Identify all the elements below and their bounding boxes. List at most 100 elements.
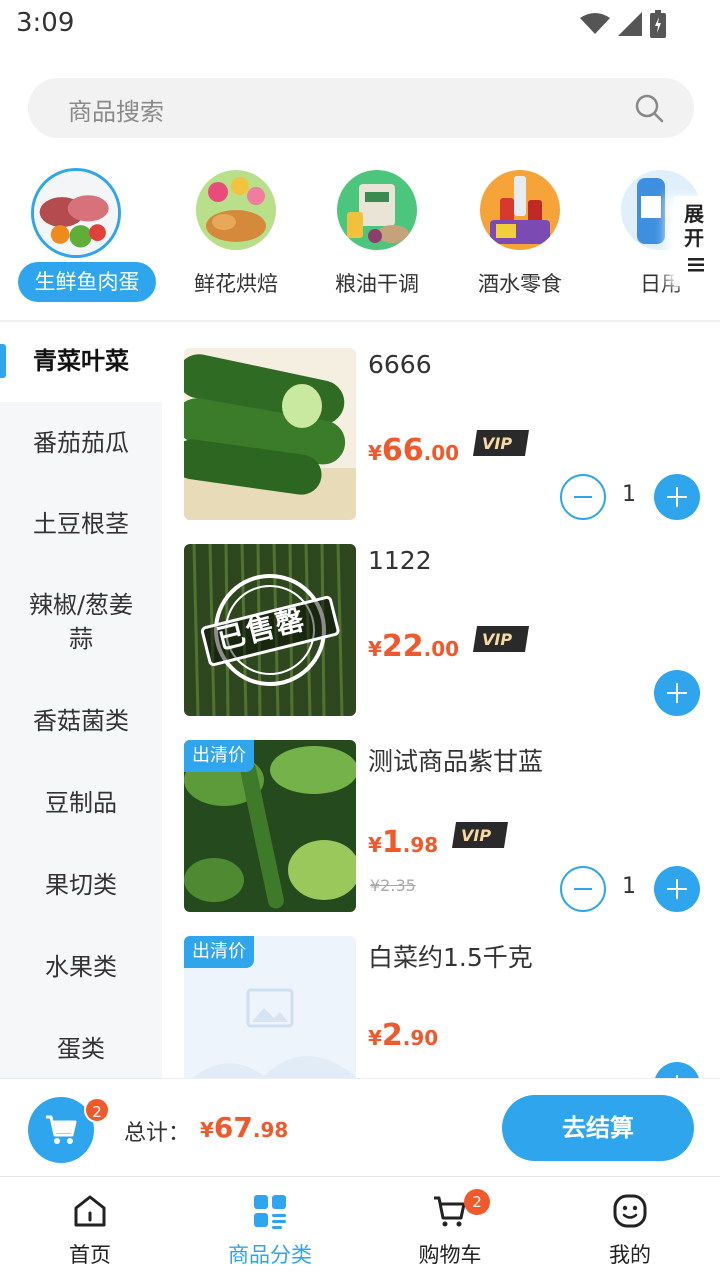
sidebar-item-tofu[interactable]: 豆制品 <box>0 786 162 820</box>
nav-tab-category[interactable]: 商品分类 <box>180 1177 360 1280</box>
increase-quantity-button[interactable] <box>654 474 700 520</box>
category-label: 粮油干调 <box>335 272 419 296</box>
signal-icon <box>618 12 642 36</box>
category-item-fresh[interactable]: 生鲜鱼肉蛋 <box>8 168 156 310</box>
sidebar-item-pepper-scallion[interactable]: 辣椒/葱姜蒜 <box>0 588 162 656</box>
cart-count-badge: 2 <box>84 1097 110 1123</box>
price-currency: ¥ <box>368 1026 382 1050</box>
sidebar-item-cut-fruit[interactable]: 果切类 <box>0 868 162 902</box>
cart-icon <box>434 1196 466 1227</box>
total-price: ¥67.98 <box>200 1111 288 1144</box>
bottom-navigation: 首页 商品分类 2 购物车 我的 <box>0 1176 720 1280</box>
product-card[interactable]: 6666 ¥66.00 VIP 1 <box>162 322 720 520</box>
cart-icon <box>46 1115 77 1144</box>
price-decimal: .00 <box>423 441 460 465</box>
product-list: 6666 ¥66.00 VIP 1 已售罄 1122 ¥22.00 VIP 出清… <box>162 322 720 1078</box>
wifi-icon <box>580 13 610 34</box>
category-label: 鲜花烘焙 <box>194 272 278 296</box>
sidebar-item-potato-roots[interactable]: 土豆根茎 <box>0 507 162 541</box>
vip-badge-icon: VIP <box>472 626 529 652</box>
cart-count-badge: 2 <box>464 1189 490 1215</box>
total-integer: 67 <box>213 1111 253 1144</box>
category-image <box>480 170 560 250</box>
price-integer: 1 <box>381 825 403 860</box>
svg-text:VIP: VIP <box>482 630 512 649</box>
nav-tab-cart[interactable]: 2 购物车 <box>360 1177 540 1280</box>
expand-lines-icon <box>688 258 704 272</box>
decrease-quantity-button[interactable] <box>560 866 606 912</box>
category-item-drinks-snacks[interactable]: 酒水零食 <box>449 170 591 310</box>
price-currency: ¥ <box>368 441 382 465</box>
status-time: 3:09 <box>16 8 75 38</box>
product-image[interactable]: 已售罄 <box>184 544 356 716</box>
sidebar-item-fruit[interactable]: 水果类 <box>0 950 162 984</box>
svg-text:VIP: VIP <box>461 826 491 845</box>
sidebar-item-leafy-greens[interactable]: 青菜叶菜 <box>0 344 162 378</box>
product-price: ¥66.00 VIP <box>368 430 529 468</box>
product-name: 1122 <box>368 546 432 575</box>
search-icon[interactable] <box>634 93 664 123</box>
price-integer: 22 <box>381 629 424 664</box>
expand-label: 展开 <box>684 202 704 250</box>
total-decimal: .98 <box>252 1118 289 1142</box>
category-item-flowers-bakery[interactable]: 鲜花烘焙 <box>165 170 307 310</box>
vip-badge-icon: VIP <box>472 430 529 456</box>
price-currency: ¥ <box>368 637 382 661</box>
category-icon <box>254 1195 286 1229</box>
total-currency: ¥ <box>200 1118 214 1142</box>
decrease-quantity-button[interactable] <box>560 474 606 520</box>
category-label: 生鲜鱼肉蛋 <box>18 262 156 302</box>
original-price: ¥2.35 <box>370 876 416 895</box>
price-decimal: .00 <box>423 637 460 661</box>
sidebar-item-tomato-eggplant[interactable]: 番茄茄瓜 <box>0 426 162 460</box>
price-currency: ¥ <box>368 833 382 857</box>
nav-tab-profile[interactable]: 我的 <box>540 1177 720 1280</box>
price-decimal: .98 <box>402 833 439 857</box>
quantity-value: 1 <box>622 482 636 507</box>
home-icon <box>74 1195 106 1227</box>
nav-label: 商品分类 <box>228 1243 312 1267</box>
price-integer: 2 <box>381 1018 403 1053</box>
search-placeholder: 商品搜索 <box>68 98 164 126</box>
product-price: ¥1.98 VIP <box>368 822 508 860</box>
profile-icon <box>613 1194 647 1228</box>
nav-tab-home[interactable]: 首页 <box>0 1177 180 1280</box>
battery-icon <box>650 10 666 38</box>
cart-summary-bar: 2 总计： ¥67.98 去结算 <box>0 1078 720 1176</box>
category-image <box>31 168 121 258</box>
sidebar-item-mushrooms[interactable]: 香菇菌类 <box>0 704 162 738</box>
status-bar: 3:09 <box>0 0 720 50</box>
category-strip: 生鲜鱼肉蛋 鲜花烘焙 粮油干调 酒水零食 日用 <box>0 164 720 314</box>
search-input[interactable]: 商品搜索 <box>28 78 694 138</box>
product-image[interactable] <box>184 348 356 520</box>
checkout-button[interactable]: 去结算 <box>502 1095 694 1161</box>
increase-quantity-button[interactable] <box>654 670 700 716</box>
nav-label: 首页 <box>69 1243 111 1267</box>
price-integer: 66 <box>381 433 424 468</box>
increase-quantity-button[interactable] <box>654 866 700 912</box>
product-card[interactable]: 出清价 测试商品紫甘蓝 ¥1.98 VIP ¥2.35 1 <box>162 714 720 912</box>
quantity-value: 1 <box>622 874 636 899</box>
clearance-tag: 出清价 <box>184 936 254 968</box>
product-name: 6666 <box>368 350 432 379</box>
product-name: 白菜约1.5千克 <box>368 943 533 972</box>
status-icons <box>580 10 666 38</box>
product-name: 测试商品紫甘蓝 <box>368 747 544 776</box>
sidebar-item-eggs[interactable]: 蛋类 <box>0 1032 162 1066</box>
clearance-tag: 出清价 <box>184 740 254 772</box>
expand-categories-button[interactable]: 展开 <box>674 196 720 286</box>
svg-text:VIP: VIP <box>482 434 512 453</box>
total-label: 总计： <box>124 1121 191 1146</box>
price-decimal: .90 <box>402 1026 439 1050</box>
nav-label: 我的 <box>609 1243 651 1267</box>
product-card[interactable]: 出清价 白菜约1.5千克 ¥2.90 <box>162 910 720 1078</box>
category-image <box>196 170 276 250</box>
increase-quantity-button[interactable] <box>654 1062 700 1078</box>
product-price: ¥22.00 VIP <box>368 626 529 664</box>
category-item-grain-oil[interactable]: 粮油干调 <box>306 170 448 310</box>
subcategory-sidebar: 青菜叶菜 番茄茄瓜 土豆根茎 辣椒/葱姜蒜 香菇菌类 豆制品 果切类 水果类 蛋… <box>0 322 162 1078</box>
product-card[interactable]: 已售罄 1122 ¥22.00 VIP <box>162 518 720 716</box>
product-price: ¥2.90 <box>368 1018 438 1053</box>
category-label: 酒水零食 <box>478 272 562 296</box>
nav-label: 购物车 <box>418 1243 482 1267</box>
